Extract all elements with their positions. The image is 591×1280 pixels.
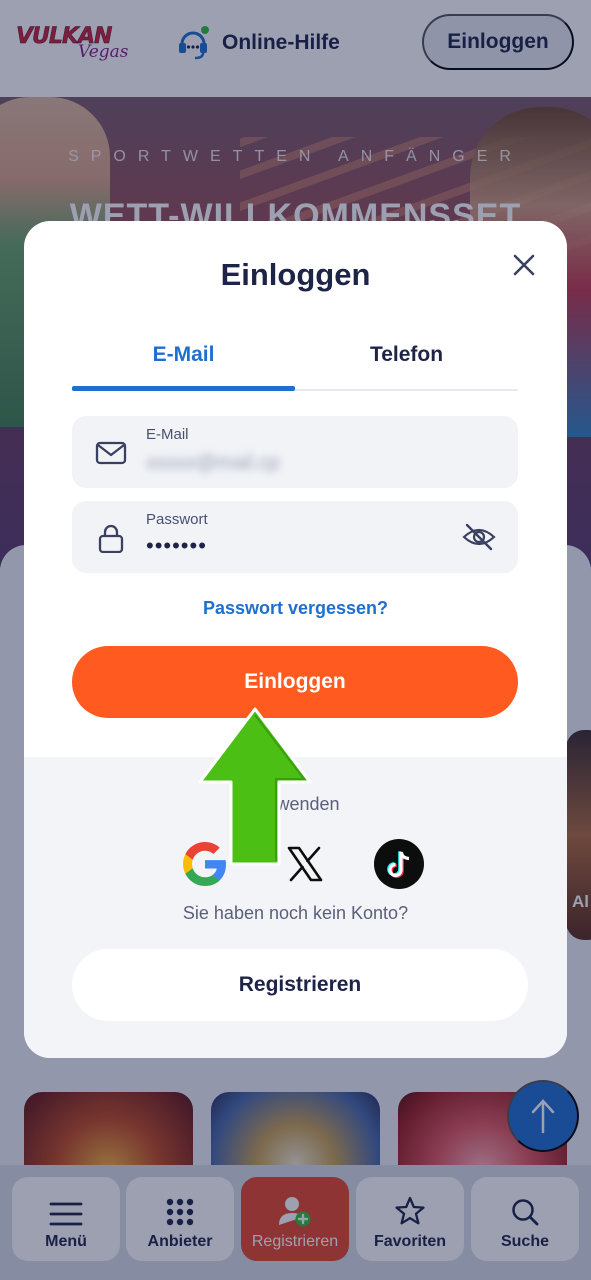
modal-title: Einloggen	[220, 257, 371, 292]
login-modal: Einloggen E-Mail Telefon E-Mail xxxxx@ma…	[24, 221, 567, 1058]
email-field-label: E-Mail	[146, 426, 189, 443]
green-up-arrow-annotation	[198, 707, 312, 866]
register-button[interactable]: Registrieren	[72, 949, 528, 1021]
email-field-value: xxxxx@mail.cp	[146, 452, 280, 474]
tab-phone[interactable]: Telefon	[295, 343, 518, 367]
envelope-icon	[95, 441, 127, 465]
password-field-label: Passwort	[146, 511, 208, 528]
tab-email[interactable]: E-Mail	[72, 343, 295, 367]
login-method-tabs: E-Mail Telefon	[72, 333, 518, 391]
eye-off-icon[interactable]	[462, 522, 496, 552]
password-field-value: •••••••	[146, 533, 207, 558]
tiktok-icon[interactable]	[374, 839, 424, 889]
forgot-password-link[interactable]: Passwort vergessen?	[24, 598, 567, 619]
close-button[interactable]	[510, 251, 538, 279]
close-icon	[513, 254, 535, 276]
lock-icon	[98, 524, 124, 553]
email-field[interactable]: E-Mail xxxxx@mail.cp	[72, 416, 518, 488]
active-tab-indicator	[72, 386, 295, 391]
password-field[interactable]: Passwort •••••••	[72, 501, 518, 573]
no-account-text: Sie haben noch kein Konto?	[182, 903, 409, 923]
